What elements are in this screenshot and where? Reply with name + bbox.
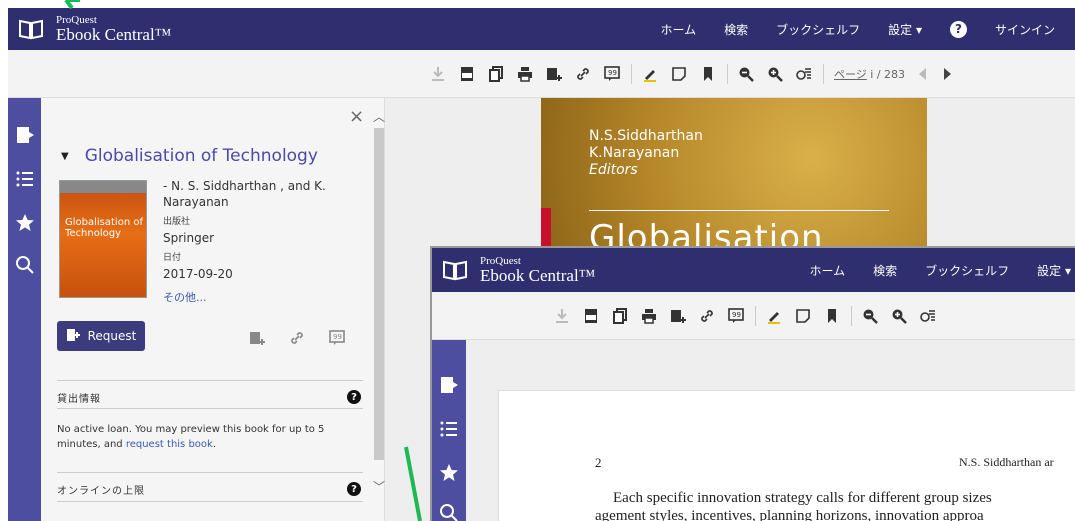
annotation-lines: [64, 0, 422, 521]
